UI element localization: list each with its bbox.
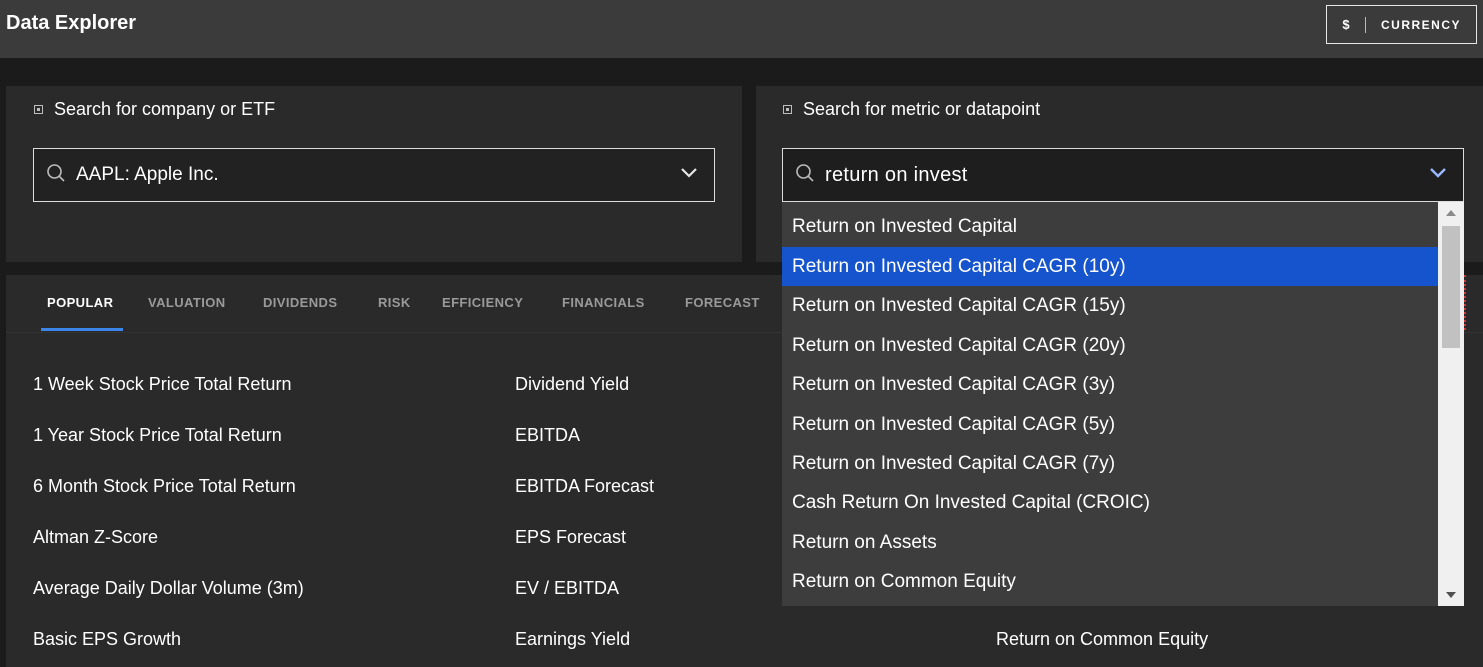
metric-suggestions-dropdown: Return on Invested Capital Return on Inv… bbox=[782, 202, 1464, 606]
suggestion-item[interactable]: Return on Common Equity bbox=[782, 562, 1438, 601]
square-bullet-icon bbox=[783, 105, 792, 114]
metric-search-title-text: Search for metric or datapoint bbox=[803, 99, 1041, 119]
app-title: Data Explorer bbox=[6, 12, 137, 34]
metric-item[interactable]: EBITDA bbox=[515, 425, 580, 446]
metric-item[interactable]: Basic EPS Growth bbox=[33, 629, 181, 650]
metric-search-value: return on invest bbox=[825, 163, 968, 186]
tab-valuation[interactable]: VALUATION bbox=[148, 295, 226, 310]
tab-financials[interactable]: FINANCIALS bbox=[562, 295, 645, 310]
metric-item[interactable]: Dividend Yield bbox=[515, 374, 629, 395]
search-icon bbox=[795, 163, 815, 188]
scrollbar-thumb[interactable] bbox=[1442, 226, 1460, 348]
metric-item[interactable]: Return on Common Equity bbox=[996, 629, 1208, 650]
tab-risk[interactable]: RISK bbox=[378, 295, 411, 310]
dropdown-scrollbar[interactable] bbox=[1438, 202, 1464, 606]
metric-item[interactable]: EBITDA Forecast bbox=[515, 476, 654, 497]
company-search-title: Search for company or ETF bbox=[34, 99, 275, 120]
suggestion-item[interactable]: Return on Invested Capital CAGR (15y) bbox=[782, 286, 1438, 325]
active-tab-indicator bbox=[41, 328, 123, 331]
metric-search-title: Search for metric or datapoint bbox=[783, 99, 1040, 120]
suggestion-item[interactable]: Return on Invested Capital CAGR (3y) bbox=[782, 365, 1438, 404]
tab-efficiency[interactable]: EFFICIENCY bbox=[442, 295, 523, 310]
scroll-up-arrow-icon[interactable] bbox=[1438, 202, 1464, 224]
suggestion-item[interactable]: Cash Return On Invested Capital (CROIC) bbox=[782, 483, 1438, 522]
search-icon bbox=[46, 163, 66, 188]
company-select-value: AAPL: Apple Inc. bbox=[76, 164, 219, 185]
suggestion-item[interactable]: Return on Invested Capital CAGR (7y) bbox=[782, 444, 1438, 483]
metric-item[interactable]: 6 Month Stock Price Total Return bbox=[33, 476, 296, 497]
metric-item[interactable]: Earnings Yield bbox=[515, 629, 630, 650]
company-search-title-text: Search for company or ETF bbox=[54, 99, 276, 119]
top-bar: Data Explorer $ CURRENCY bbox=[0, 0, 1483, 58]
company-search-panel: Search for company or ETF AAPL: Apple In… bbox=[6, 86, 742, 262]
tab-dividends[interactable]: DIVIDENDS bbox=[263, 295, 337, 310]
metric-item[interactable]: Average Daily Dollar Volume (3m) bbox=[33, 578, 304, 599]
suggestion-item[interactable]: Return on Invested Capital CAGR (20y) bbox=[782, 326, 1438, 365]
metric-item[interactable]: 1 Year Stock Price Total Return bbox=[33, 425, 282, 446]
metric-item[interactable]: EPS Forecast bbox=[515, 527, 626, 548]
square-bullet-icon bbox=[34, 105, 43, 114]
tab-popular[interactable]: POPULAR bbox=[47, 295, 113, 310]
tab-forecast[interactable]: FORECAST bbox=[685, 295, 760, 310]
tab-overflow-marker bbox=[1464, 275, 1466, 330]
metric-item[interactable]: EV / EBITDA bbox=[515, 578, 619, 599]
suggestion-item-selected[interactable]: Return on Invested Capital CAGR (10y) bbox=[782, 247, 1438, 286]
chevron-down-icon[interactable] bbox=[680, 166, 698, 184]
suggestion-item[interactable]: Return on Assets bbox=[782, 523, 1438, 562]
metric-item[interactable]: 1 Week Stock Price Total Return bbox=[33, 374, 291, 395]
currency-symbol: $ bbox=[1342, 17, 1350, 32]
company-select[interactable]: AAPL: Apple Inc. bbox=[33, 148, 715, 202]
metric-item[interactable]: Altman Z-Score bbox=[33, 527, 158, 548]
currency-button[interactable]: $ CURRENCY bbox=[1326, 5, 1477, 44]
chevron-down-icon[interactable] bbox=[1429, 166, 1447, 184]
scroll-down-arrow-icon[interactable] bbox=[1438, 584, 1464, 606]
suggestion-item[interactable]: Return on Invested Capital bbox=[782, 207, 1438, 246]
metric-search-input[interactable]: return on invest bbox=[782, 148, 1464, 202]
suggestion-item[interactable]: Return on Invested Capital CAGR (5y) bbox=[782, 405, 1438, 444]
currency-label: CURRENCY bbox=[1380, 17, 1461, 32]
